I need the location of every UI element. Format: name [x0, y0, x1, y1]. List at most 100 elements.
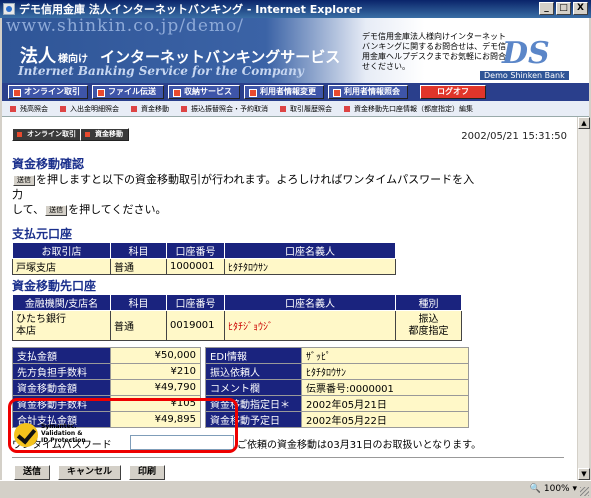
vertical-scrollbar[interactable]: ▲ ▼: [577, 117, 590, 480]
subnav-transfer-inquiry[interactable]: 振込振替照会・予約取消: [181, 104, 268, 114]
table-row: 戸塚支店 普通 1000001 ﾋﾀﾁﾀﾛｳｻﾝ: [12, 258, 396, 275]
summary-section: 支払金額 ¥50,000 先方負担手数料 ¥210 資金移動金額 ¥49,790 資金…: [12, 347, 577, 428]
url-watermark: www.shinkin.co.jp/demo/: [6, 18, 244, 36]
maximize-button[interactable]: □: [556, 2, 571, 15]
main-nav: オンライン取引 ファイル伝送 収納サービス 利用者情報変更 利用者情報照会 ログ…: [2, 83, 589, 101]
otp-input[interactable]: [130, 435, 234, 450]
detail-table: EDI情報 ｻﾞｯﾋﾟ 振込依頼人 ﾋﾀﾁﾀﾛｳｻﾝ コメント欄 伝票番号:00000…: [205, 347, 469, 428]
bank-logo: DS: [502, 36, 550, 71]
instr-text-1: を押しますと以下の資金移動取引が行われます。よろしければワンタイムパスワードを入…: [12, 173, 475, 201]
cell-bank-branch: ひたち銀行 本店: [12, 310, 111, 341]
col-kind: 種別: [395, 294, 462, 311]
label-scheduled-date: 資金移動予定日: [205, 411, 302, 428]
cell-bank: ひたち銀行: [16, 313, 66, 325]
badge-line-3: ID Protection: [41, 437, 86, 444]
subnav-dest-edit[interactable]: 資金移動先口座情報（都度指定）編集: [344, 104, 473, 114]
minimize-button[interactable]: _: [539, 2, 554, 15]
window-title: デモ信用金庫 法人インターネットバンキング - Internet Explore…: [19, 3, 362, 16]
cell-holder: ﾋﾀﾁｼﾞｮｳｼﾞ: [224, 310, 396, 341]
col-account: 口座番号: [166, 294, 225, 311]
zoom-level[interactable]: 🔍 100% ▾: [530, 484, 577, 494]
source-title: 支払元口座: [12, 227, 73, 241]
value-transfer-amount: ¥49,790: [110, 379, 201, 396]
instr-text-3: を押してください。: [68, 203, 167, 216]
ie-icon: [3, 3, 15, 15]
amount-table: 支払金額 ¥50,000 先方負担手数料 ¥210 資金移動金額 ¥49,790 資金…: [12, 347, 201, 428]
nav-file-transfer[interactable]: ファイル伝送: [92, 85, 164, 99]
value-scheduled-date: 2002年05月22日: [301, 411, 469, 428]
subnav-transfer[interactable]: 資金移動: [131, 104, 169, 114]
sub-nav: 残高照会 入出金明細照会 資金移動 振込振替照会・予約取消 取引履歴照会 資金移…: [2, 101, 589, 117]
zoom-value: 100%: [543, 484, 570, 494]
page-frame: www.shinkin.co.jp/demo/ 法人 様向け インターネットバンキン…: [0, 18, 591, 480]
cell-holder: ﾋﾀﾁﾀﾛｳｻﾝ: [224, 258, 396, 275]
table-row: 資金移動金額 ¥49,790: [12, 379, 201, 396]
value-comment: 伝票番号:0000001: [301, 379, 469, 396]
table-row: コメント欄 伝票番号:0000001: [205, 379, 469, 396]
label-transfer-amount: 資金移動金額: [12, 379, 111, 396]
table-row: 先方負担手数料 ¥210: [12, 363, 201, 380]
resize-grip-icon[interactable]: [580, 487, 589, 496]
print-button[interactable]: 印刷: [129, 465, 166, 480]
subnav-balance[interactable]: 残高照会: [10, 104, 48, 114]
confirm-title: 資金移動確認: [12, 157, 85, 171]
send-button[interactable]: 送信: [14, 465, 51, 480]
nav-user-info-inquiry[interactable]: 利用者情報照会: [328, 85, 408, 99]
badge-line-2: Validation &: [41, 430, 83, 437]
subnav-statement[interactable]: 入出金明細照会: [60, 104, 119, 114]
breadcrumb-transfer[interactable]: 資金移動: [80, 128, 129, 141]
value-edi: ｻﾞｯﾋﾟ: [301, 347, 469, 364]
label-requester: 振込依頼人: [205, 363, 302, 380]
label-designated-date: 資金移動指定日＊: [205, 395, 302, 412]
breadcrumb-online[interactable]: オンライン取引: [12, 128, 82, 141]
label-payment-amount: 支払金額: [12, 347, 111, 364]
label-comment: コメント欄: [205, 379, 302, 396]
symantec-badge[interactable]: Symantec. Validation & ID Protection: [14, 423, 86, 450]
cancel-button[interactable]: キャンセル: [58, 465, 122, 480]
value-transfer-fee: ¥105: [110, 395, 201, 412]
value-recipient-fee: ¥210: [110, 363, 201, 380]
nav-payment-service[interactable]: 収納サービス: [168, 85, 240, 99]
label-recipient-fee: 先方負担手数料: [12, 363, 111, 380]
cell-subject: 普通: [110, 310, 167, 341]
instr-text-2: して、: [12, 203, 45, 216]
cell-kind: 振込 都度指定: [395, 310, 462, 341]
cell-subject: 普通: [110, 258, 167, 275]
main-content: オンライン取引 資金移動 2002/05/21 15:31:50 資金移動確認 …: [2, 117, 577, 480]
status-bar: 🔍 100% ▾: [0, 480, 591, 498]
close-button[interactable]: X: [573, 2, 588, 15]
checkmark-icon: [14, 423, 38, 447]
logoff-button[interactable]: ログオフ: [420, 85, 486, 99]
label-edi: EDI情報: [205, 347, 302, 364]
value-payment-amount: ¥50,000: [110, 347, 201, 364]
dest-title: 資金移動先口座: [12, 279, 97, 293]
cell-account: 0019001: [166, 310, 225, 341]
scroll-up-icon[interactable]: ▲: [578, 117, 590, 129]
otp-note: ご依頼の資金移動は03月31日のお取扱いとなります。: [237, 440, 482, 451]
col-subject: 科目: [110, 294, 167, 311]
table-row: 振込依頼人 ﾋﾀﾁﾀﾛｳｻﾝ: [205, 363, 469, 380]
table-row: EDI情報 ｻﾞｯﾋﾟ: [205, 347, 469, 364]
confirm-instructions: 送信 を押しますと以下の資金移動取引が行われます。よろしければワンタイムパスワード…: [12, 172, 482, 217]
value-total-amount: ¥49,895: [110, 411, 201, 428]
col-account: 口座番号: [166, 242, 225, 259]
kind-line-1: 振込: [418, 313, 439, 325]
label-transfer-fee: 資金移動手数料: [12, 395, 111, 412]
col-subject: 科目: [110, 242, 167, 259]
value-requester: ﾋﾀﾁﾀﾛｳｻﾝ: [301, 363, 469, 380]
divider: [12, 457, 564, 459]
dest-table: 金融機関/支店名 科目 口座番号 口座名義人 種別 ひたち銀行 本店 普通 001…: [12, 294, 462, 341]
scroll-down-icon[interactable]: ▼: [578, 468, 590, 480]
current-datetime: 2002/05/21 15:31:50: [461, 131, 567, 142]
site-header: www.shinkin.co.jp/demo/ 法人 様向け インターネットバンキン…: [2, 18, 589, 83]
badge-text: Symantec. Validation & ID Protection: [41, 423, 86, 444]
nav-user-info-change[interactable]: 利用者情報変更: [244, 85, 324, 99]
table-row: 資金移動手数料 ¥105: [12, 395, 201, 412]
col-holder: 口座名義人: [224, 242, 396, 259]
nav-online[interactable]: オンライン取引: [8, 85, 88, 99]
kind-line-2: 都度指定: [408, 325, 449, 337]
source-table: お取引店 科目 口座番号 口座名義人 戸塚支店 普通 1000001 ﾋﾀﾁﾀﾛ…: [12, 242, 396, 275]
inline-send-label-2: 送信: [45, 205, 68, 216]
subnav-history[interactable]: 取引履歴照会: [280, 104, 332, 114]
col-bank-branch: 金融機関/支店名: [12, 294, 111, 311]
